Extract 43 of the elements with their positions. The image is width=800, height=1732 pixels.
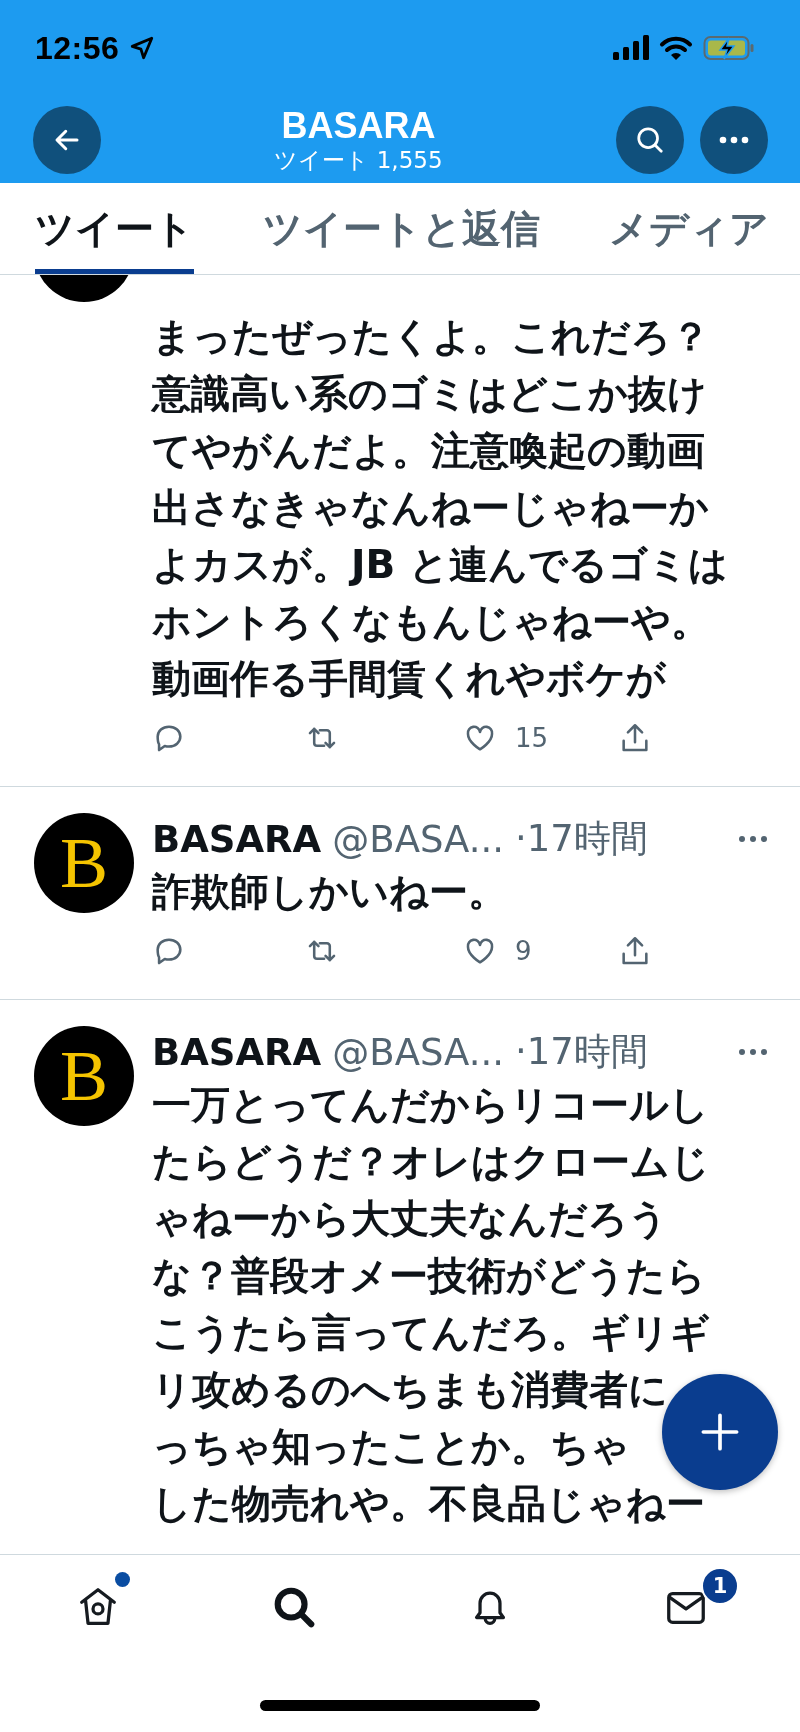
avatar[interactable]: B (34, 1026, 134, 1126)
clock-time: 12:56 (35, 29, 120, 67)
tweet-text: 動画作る手間賃くれやボケが (152, 656, 666, 702)
like-count: 9 (515, 936, 532, 966)
signal-icon (613, 35, 649, 61)
like-count: 15 (515, 723, 549, 753)
tweet-text: 一万とってんだからリコールし (152, 1082, 709, 1128)
unread-badge: 1 (701, 1567, 739, 1605)
tweet-text: こうたら言ってんだろ。ギリギ (152, 1310, 710, 1356)
tweet-text: っちゃ知ったことか。ちゃ (152, 1424, 630, 1470)
tweet-text: な？普段オメー技術がどうたら (152, 1253, 706, 1299)
location-arrow-icon (129, 35, 156, 61)
tweet-text: よカスが。JB と連んでるゴミは (152, 542, 728, 588)
messages-tab[interactable]: 1 (588, 1555, 784, 1659)
tweet-time: ·17時間 (515, 1029, 648, 1075)
battery-charging-icon (703, 35, 755, 61)
plus-icon (700, 1412, 740, 1452)
tab[interactable]: メディア (609, 183, 769, 274)
tweet-text: まったぜったくよ。これだろ？ (152, 314, 710, 360)
tweet-time: ·17時間 (515, 816, 648, 862)
wifi-icon (659, 35, 693, 61)
compose-button[interactable] (662, 1374, 778, 1490)
more-icon[interactable] (738, 1048, 768, 1056)
tweet-text: ゃねーから大丈夫なんだろう (152, 1196, 668, 1242)
tweet-text: 意識高い系のゴミはどこか抜け (152, 371, 707, 417)
tab[interactable]: ツイートと返信 (263, 183, 540, 274)
tweet-text: 詐欺師しかいねー。 (152, 869, 507, 915)
more-icon[interactable] (738, 835, 768, 843)
tweet-text: てやがんだよ。注意喚起の動画 (152, 428, 705, 474)
author-handle: @BASA... (332, 1030, 505, 1074)
tweet-text: した物売れや。不良品じゃねー (152, 1481, 705, 1527)
search-icon (635, 124, 665, 155)
tweet-text: リ攻めるのへちまも消費者に (152, 1367, 668, 1413)
tweet-count: ツイート 1,555 (274, 145, 443, 174)
tweet-text: 出さなきゃなんねーじゃねーか (152, 485, 709, 531)
profile-name: BASARA (281, 105, 436, 146)
author-handle: @BASA... (332, 817, 505, 861)
more-icon (719, 135, 749, 144)
avatar[interactable]: B (34, 813, 134, 913)
author-name: BASARA (152, 1030, 322, 1074)
author-name: BASARA (152, 817, 322, 861)
tweet-text: たらどうだ？オレはクロームじ (152, 1139, 710, 1185)
tweet-text: ホントろくなもんじゃねーや。 (152, 599, 710, 645)
